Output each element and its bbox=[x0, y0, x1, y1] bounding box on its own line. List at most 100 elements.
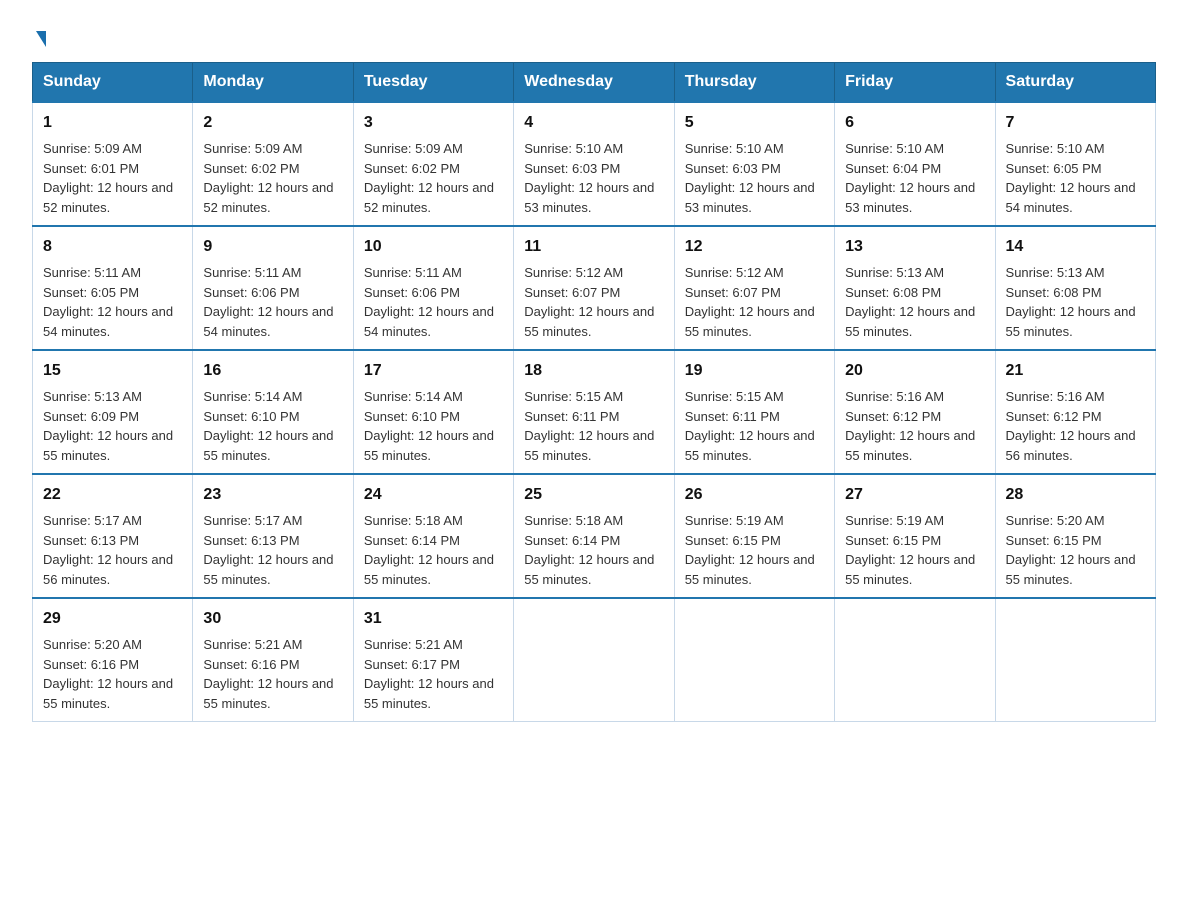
day-number: 18 bbox=[524, 359, 663, 383]
calendar-cell: 10 Sunrise: 5:11 AMSunset: 6:06 PMDayligh… bbox=[353, 226, 513, 350]
calendar-cell: 29Sunrise: 5:20 AMSunset: 6:16 PMDayligh… bbox=[33, 598, 193, 722]
day-info: Sunrise: 5:20 AMSunset: 6:16 PMDaylight:… bbox=[43, 635, 182, 713]
calendar-header-monday: Monday bbox=[193, 63, 353, 103]
day-info: Sunrise: 5:19 AMSunset: 6:15 PMDaylight:… bbox=[845, 511, 984, 589]
calendar-week-row: 22 Sunrise: 5:17 AMSunset: 6:13 PMDayligh… bbox=[33, 474, 1156, 598]
day-info: Sunrise: 5:19 AMSunset: 6:15 PMDaylight:… bbox=[685, 511, 824, 589]
day-info: Sunrise: 5:15 AMSunset: 6:11 PMDaylight:… bbox=[685, 387, 824, 465]
calendar-cell: 5Sunrise: 5:10 AMSunset: 6:03 PMDaylight… bbox=[674, 102, 834, 226]
calendar-week-row: 8Sunrise: 5:11 AMSunset: 6:05 PMDaylight… bbox=[33, 226, 1156, 350]
day-info: Sunrise: 5:17 AMSunset: 6:13 PMDaylight:… bbox=[43, 511, 182, 589]
calendar-header-tuesday: Tuesday bbox=[353, 63, 513, 103]
calendar-week-row: 1 Sunrise: 5:09 AMSunset: 6:01 PMDaylight… bbox=[33, 102, 1156, 226]
calendar-cell: 15Sunrise: 5:13 AMSunset: 6:09 PMDayligh… bbox=[33, 350, 193, 474]
day-number: 20 bbox=[845, 359, 984, 383]
day-number: 12 bbox=[685, 235, 824, 259]
day-number: 27 bbox=[845, 483, 984, 507]
calendar-cell: 16Sunrise: 5:14 AMSunset: 6:10 PMDayligh… bbox=[193, 350, 353, 474]
calendar-cell bbox=[674, 598, 834, 722]
day-info: Sunrise: 5:17 AMSunset: 6:13 PMDaylight:… bbox=[203, 511, 342, 589]
day-info: Sunrise: 5:11 AMSunset: 6:06 PMDaylight:… bbox=[364, 263, 503, 341]
calendar-cell: 19 Sunrise: 5:15 AMSunset: 6:11 PMDayligh… bbox=[674, 350, 834, 474]
day-number: 14 bbox=[1006, 235, 1145, 259]
calendar-cell: 14 Sunrise: 5:13 AMSunset: 6:08 PMDayligh… bbox=[995, 226, 1155, 350]
day-number: 16 bbox=[203, 359, 342, 383]
calendar-cell: 24 Sunrise: 5:18 AMSunset: 6:14 PMDayligh… bbox=[353, 474, 513, 598]
day-number: 10 bbox=[364, 235, 503, 259]
day-info: Sunrise: 5:20 AMSunset: 6:15 PMDaylight:… bbox=[1006, 511, 1145, 589]
day-number: 28 bbox=[1006, 483, 1145, 507]
calendar-cell: 27 Sunrise: 5:19 AMSunset: 6:15 PMDayligh… bbox=[835, 474, 995, 598]
calendar-cell: 28 Sunrise: 5:20 AMSunset: 6:15 PMDayligh… bbox=[995, 474, 1155, 598]
calendar-cell bbox=[835, 598, 995, 722]
day-number: 30 bbox=[203, 607, 342, 631]
logo bbox=[32, 24, 46, 52]
calendar-header-saturday: Saturday bbox=[995, 63, 1155, 103]
day-info: Sunrise: 5:21 AMSunset: 6:17 PMDaylight:… bbox=[364, 635, 503, 713]
day-number: 4 bbox=[524, 111, 663, 135]
page-header bbox=[32, 24, 1156, 52]
day-info: Sunrise: 5:14 AMSunset: 6:10 PMDaylight:… bbox=[364, 387, 503, 465]
day-number: 19 bbox=[685, 359, 824, 383]
day-info: Sunrise: 5:15 AMSunset: 6:11 PMDaylight:… bbox=[524, 387, 663, 465]
logo-top-row bbox=[32, 24, 46, 52]
day-info: Sunrise: 5:16 AMSunset: 6:12 PMDaylight:… bbox=[1006, 387, 1145, 465]
calendar-cell: 9 Sunrise: 5:11 AMSunset: 6:06 PMDaylight… bbox=[193, 226, 353, 350]
calendar-cell: 31 Sunrise: 5:21 AMSunset: 6:17 PMDayligh… bbox=[353, 598, 513, 722]
calendar-cell: 3 Sunrise: 5:09 AMSunset: 6:02 PMDaylight… bbox=[353, 102, 513, 226]
calendar-cell: 26 Sunrise: 5:19 AMSunset: 6:15 PMDayligh… bbox=[674, 474, 834, 598]
calendar-week-row: 15Sunrise: 5:13 AMSunset: 6:09 PMDayligh… bbox=[33, 350, 1156, 474]
day-number: 22 bbox=[43, 483, 182, 507]
day-number: 31 bbox=[364, 607, 503, 631]
calendar-cell: 12 Sunrise: 5:12 AMSunset: 6:07 PMDayligh… bbox=[674, 226, 834, 350]
day-info: Sunrise: 5:13 AMSunset: 6:08 PMDaylight:… bbox=[845, 263, 984, 341]
day-number: 7 bbox=[1006, 111, 1145, 135]
day-number: 21 bbox=[1006, 359, 1145, 383]
calendar-cell: 22 Sunrise: 5:17 AMSunset: 6:13 PMDayligh… bbox=[33, 474, 193, 598]
day-number: 17 bbox=[364, 359, 503, 383]
calendar-cell: 13Sunrise: 5:13 AMSunset: 6:08 PMDayligh… bbox=[835, 226, 995, 350]
day-info: Sunrise: 5:21 AMSunset: 6:16 PMDaylight:… bbox=[203, 635, 342, 713]
day-info: Sunrise: 5:13 AMSunset: 6:09 PMDaylight:… bbox=[43, 387, 182, 465]
day-number: 9 bbox=[203, 235, 342, 259]
calendar-table: SundayMondayTuesdayWednesdayThursdayFrid… bbox=[32, 62, 1156, 722]
day-number: 24 bbox=[364, 483, 503, 507]
calendar-cell: 11 Sunrise: 5:12 AMSunset: 6:07 PMDayligh… bbox=[514, 226, 674, 350]
day-info: Sunrise: 5:09 AMSunset: 6:01 PMDaylight:… bbox=[43, 139, 182, 217]
day-number: 25 bbox=[524, 483, 663, 507]
calendar-cell bbox=[514, 598, 674, 722]
day-info: Sunrise: 5:13 AMSunset: 6:08 PMDaylight:… bbox=[1006, 263, 1145, 341]
calendar-header-sunday: Sunday bbox=[33, 63, 193, 103]
calendar-cell: 2Sunrise: 5:09 AMSunset: 6:02 PMDaylight… bbox=[193, 102, 353, 226]
day-number: 3 bbox=[364, 111, 503, 135]
calendar-week-row: 29Sunrise: 5:20 AMSunset: 6:16 PMDayligh… bbox=[33, 598, 1156, 722]
day-info: Sunrise: 5:16 AMSunset: 6:12 PMDaylight:… bbox=[845, 387, 984, 465]
logo-triangle-icon bbox=[36, 31, 46, 47]
calendar-cell: 8Sunrise: 5:11 AMSunset: 6:05 PMDaylight… bbox=[33, 226, 193, 350]
day-number: 26 bbox=[685, 483, 824, 507]
calendar-cell: 30 Sunrise: 5:21 AMSunset: 6:16 PMDayligh… bbox=[193, 598, 353, 722]
calendar-header-row: SundayMondayTuesdayWednesdayThursdayFrid… bbox=[33, 63, 1156, 103]
calendar-cell: 23 Sunrise: 5:17 AMSunset: 6:13 PMDayligh… bbox=[193, 474, 353, 598]
day-info: Sunrise: 5:10 AMSunset: 6:04 PMDaylight:… bbox=[845, 139, 984, 217]
calendar-cell: 21 Sunrise: 5:16 AMSunset: 6:12 PMDayligh… bbox=[995, 350, 1155, 474]
calendar-cell: 25Sunrise: 5:18 AMSunset: 6:14 PMDayligh… bbox=[514, 474, 674, 598]
calendar-cell: 6Sunrise: 5:10 AMSunset: 6:04 PMDaylight… bbox=[835, 102, 995, 226]
day-info: Sunrise: 5:11 AMSunset: 6:06 PMDaylight:… bbox=[203, 263, 342, 341]
day-info: Sunrise: 5:12 AMSunset: 6:07 PMDaylight:… bbox=[685, 263, 824, 341]
calendar-cell: 7 Sunrise: 5:10 AMSunset: 6:05 PMDaylight… bbox=[995, 102, 1155, 226]
day-number: 23 bbox=[203, 483, 342, 507]
day-number: 11 bbox=[524, 235, 663, 259]
day-info: Sunrise: 5:12 AMSunset: 6:07 PMDaylight:… bbox=[524, 263, 663, 341]
day-info: Sunrise: 5:10 AMSunset: 6:05 PMDaylight:… bbox=[1006, 139, 1145, 217]
day-number: 5 bbox=[685, 111, 824, 135]
day-info: Sunrise: 5:18 AMSunset: 6:14 PMDaylight:… bbox=[364, 511, 503, 589]
calendar-cell: 18 Sunrise: 5:15 AMSunset: 6:11 PMDayligh… bbox=[514, 350, 674, 474]
calendar-cell: 1 Sunrise: 5:09 AMSunset: 6:01 PMDaylight… bbox=[33, 102, 193, 226]
day-number: 1 bbox=[43, 111, 182, 135]
day-info: Sunrise: 5:09 AMSunset: 6:02 PMDaylight:… bbox=[364, 139, 503, 217]
calendar-cell: 4 Sunrise: 5:10 AMSunset: 6:03 PMDaylight… bbox=[514, 102, 674, 226]
day-info: Sunrise: 5:09 AMSunset: 6:02 PMDaylight:… bbox=[203, 139, 342, 217]
calendar-header-friday: Friday bbox=[835, 63, 995, 103]
day-info: Sunrise: 5:10 AMSunset: 6:03 PMDaylight:… bbox=[524, 139, 663, 217]
